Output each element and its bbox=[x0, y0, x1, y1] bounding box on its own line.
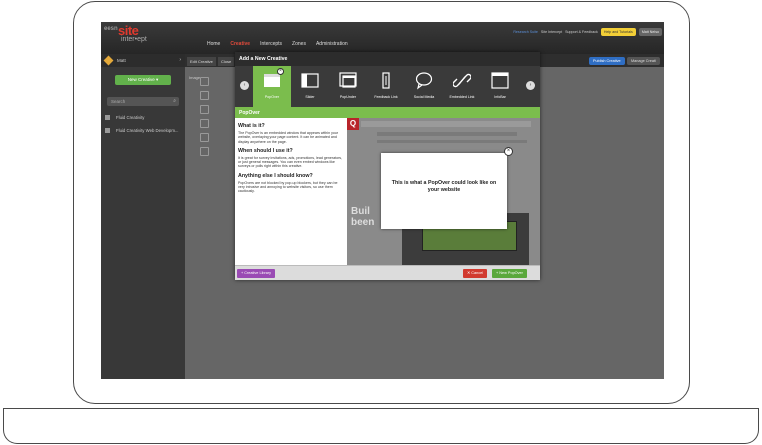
folder-diamond-icon bbox=[103, 55, 114, 66]
question-else: Anything else I should know? bbox=[238, 172, 313, 179]
sidebar-folder-label: Matt bbox=[117, 58, 126, 63]
nav-creative[interactable]: Creative bbox=[230, 41, 250, 47]
type-popunder[interactable]: PopUnder bbox=[329, 66, 367, 107]
preview-header-bar bbox=[361, 121, 531, 127]
popover-example: This is what a PopOver could look like o… bbox=[381, 147, 513, 229]
nav-home[interactable]: Home bbox=[207, 41, 220, 47]
new-popover-button[interactable]: + New PopOver bbox=[492, 269, 527, 278]
app-logo[interactable]: eesn site inter•ept bbox=[104, 23, 164, 47]
sidebar-item-fluid-creativity[interactable]: Fluid Creativity bbox=[101, 112, 185, 122]
sidebar-item-label: Fluid Creativity bbox=[116, 115, 145, 120]
chevron-right-icon: › bbox=[179, 57, 181, 63]
sidebar: Matt › New Creative ▾ Search ⌕ Fluid Cre… bbox=[101, 54, 185, 379]
tool-text-icon[interactable] bbox=[200, 77, 209, 86]
type-social-media[interactable]: Social Media bbox=[405, 66, 443, 107]
question-when: When should I use it? bbox=[238, 147, 293, 154]
add-creative-modal: Add a New Creative ‹ × PopOver Slider Po… bbox=[235, 52, 540, 280]
research-suite-link[interactable]: Research Suite bbox=[513, 30, 538, 34]
modal-footer: + Creative Library ✕ Cancel + New PopOve… bbox=[235, 265, 540, 280]
slider-icon bbox=[301, 73, 319, 88]
support-link[interactable]: Support & Feedback bbox=[565, 30, 598, 34]
section-title: PopOver bbox=[235, 107, 540, 118]
tool-close-icon[interactable] bbox=[200, 105, 209, 114]
logo-sub-text: inter•ept bbox=[121, 36, 147, 43]
type-label: Feedback Link bbox=[374, 95, 398, 99]
logo-small-text: eesn bbox=[104, 26, 118, 32]
type-label: InfoBar bbox=[494, 95, 506, 99]
scroll-right-arrow-icon[interactable]: › bbox=[526, 81, 535, 90]
header-utilities: Research Suite Site Intercept Support & … bbox=[513, 28, 662, 36]
nav-zones[interactable]: Zones bbox=[292, 41, 306, 47]
preview-text-line bbox=[377, 140, 527, 143]
type-embedded-link[interactable]: Embedded Link bbox=[443, 66, 481, 107]
type-label: Social Media bbox=[413, 95, 435, 99]
app-header: eesn site inter•ept Home Creative Interc… bbox=[101, 22, 664, 54]
nav-intercepts[interactable]: Intercepts bbox=[260, 41, 282, 47]
type-label: PopOver bbox=[264, 95, 280, 99]
sidebar-item-web-development[interactable]: Fluid Creativity Web Developm... bbox=[101, 125, 185, 135]
tool-image-icon[interactable] bbox=[200, 91, 209, 100]
laptop-base-divider bbox=[3, 408, 759, 409]
search-icon: ⌕ bbox=[173, 98, 176, 104]
creative-library-button[interactable]: + Creative Library bbox=[237, 269, 276, 278]
editor-toolstrip bbox=[197, 77, 211, 237]
sidebar-folder-header[interactable]: Matt › bbox=[101, 54, 185, 67]
type-infobar[interactable]: InfoBar bbox=[481, 66, 519, 107]
type-label: PopUnder bbox=[339, 95, 357, 99]
type-label: Embedded Link bbox=[449, 95, 475, 99]
tool-circle-icon[interactable] bbox=[200, 119, 209, 128]
tab-close[interactable]: Close bbox=[218, 57, 235, 66]
folder-icon bbox=[105, 115, 110, 120]
link-icon bbox=[453, 73, 471, 88]
type-popover[interactable]: × PopOver bbox=[253, 66, 291, 107]
folder-icon bbox=[105, 128, 110, 133]
sidebar-item-label: Fluid Creativity Web Developm... bbox=[116, 128, 179, 133]
popover-close-icon[interactable]: × bbox=[504, 147, 513, 156]
creative-type-strip: ‹ × PopOver Slider PopUnder Feedback Lin… bbox=[235, 66, 540, 107]
tab-edit-creative[interactable]: Edit Creative bbox=[187, 57, 216, 66]
type-label: Slider bbox=[305, 95, 315, 99]
cancel-button[interactable]: ✕ Cancel bbox=[463, 269, 488, 278]
help-button[interactable]: Help and Tutorials bbox=[600, 28, 636, 36]
scroll-left-arrow-icon[interactable]: ‹ bbox=[240, 81, 249, 90]
type-feedback-link[interactable]: Feedback Link bbox=[367, 66, 405, 107]
user-menu-button[interactable]: Matt Nelso bbox=[638, 28, 662, 36]
publish-creative-button[interactable]: Publish Creative bbox=[589, 57, 625, 65]
creative-description: What is it? The PopOver is an embedded w… bbox=[238, 121, 345, 265]
tool-frame-icon[interactable] bbox=[200, 133, 209, 142]
type-slider[interactable]: Slider bbox=[291, 66, 329, 107]
preview-text-line bbox=[377, 132, 517, 136]
popover-example-text: This is what a PopOver could look like o… bbox=[391, 180, 497, 193]
infobar-icon bbox=[491, 72, 509, 89]
new-creative-button[interactable]: New Creative ▾ bbox=[115, 75, 171, 85]
sidebar-search-input[interactable]: Search ⌕ bbox=[107, 97, 179, 106]
site-intercept-link[interactable]: Site Intercept bbox=[541, 30, 562, 34]
speech-bubble-icon bbox=[415, 72, 433, 90]
modal-title: Add a New Creative bbox=[235, 52, 540, 66]
search-placeholder: Search bbox=[111, 99, 126, 104]
main-nav: Home Creative Intercepts Zones Administr… bbox=[207, 41, 348, 47]
selected-close-icon[interactable]: × bbox=[277, 68, 284, 75]
nav-administration[interactable]: Administration bbox=[316, 41, 348, 47]
preview-headline: Buil been bbox=[351, 206, 375, 228]
question-what: What is it? bbox=[238, 123, 265, 129]
preview-logo: Q bbox=[347, 118, 359, 130]
tool-layer-icon[interactable] bbox=[200, 147, 209, 156]
laptop-base bbox=[3, 408, 759, 444]
feedback-link-icon bbox=[382, 72, 390, 89]
popunder-icon bbox=[339, 72, 357, 88]
answer-what: The PopOver is an embedded window that a… bbox=[238, 131, 339, 144]
manage-creative-button[interactable]: Manage Creati bbox=[627, 57, 660, 65]
answer-else: PopOvers are not blocked by pop-up block… bbox=[238, 180, 338, 194]
answer-when: It is great for survey invitations, ads,… bbox=[238, 155, 343, 169]
creative-type-list: × PopOver Slider PopUnder Feedback Link … bbox=[253, 66, 523, 107]
